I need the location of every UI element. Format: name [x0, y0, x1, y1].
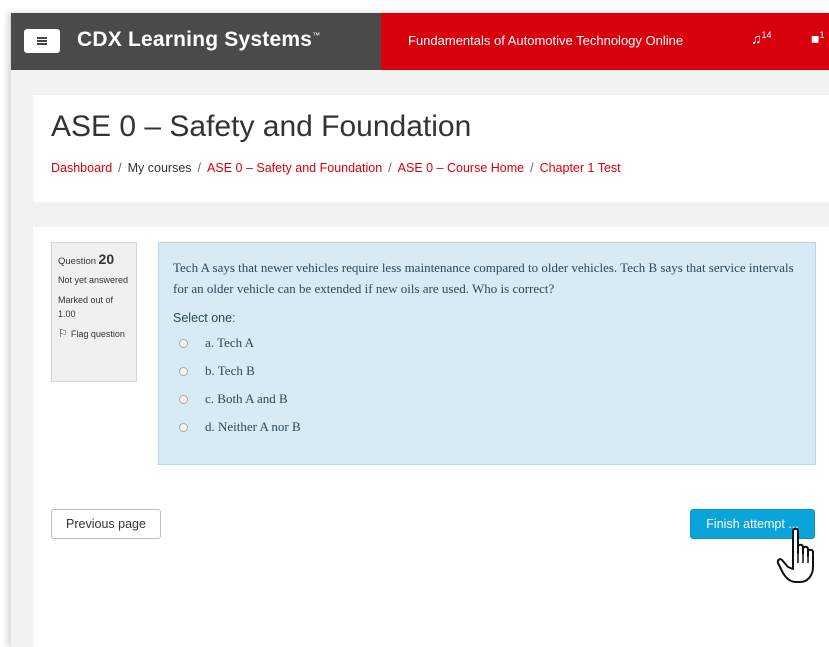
brand-name: CDX Learning Systems	[77, 28, 313, 51]
answer-label: c. Both A and B	[205, 391, 288, 406]
breadcrumb-course-home[interactable]: ASE 0 – Course Home	[398, 161, 524, 175]
course-title-link[interactable]: Fundamentals of Automotive Technology On…	[408, 33, 683, 48]
answer-option-d[interactable]: d. Neither A nor B	[173, 413, 801, 441]
answer-label: d. Neither A nor B	[205, 419, 301, 434]
radio-button[interactable]	[179, 422, 188, 432]
answer-options: a. Tech A b. Tech B c. Both A and B d. N…	[173, 329, 801, 441]
previous-page-button[interactable]: Previous page	[51, 509, 161, 539]
trademark-mark: ™	[312, 31, 321, 40]
navbar-brand-area: CDX Learning Systems™	[11, 13, 381, 70]
messages-button[interactable]: ■1	[811, 30, 824, 47]
browser-window: CDX Learning Systems™ Fundamentals of Au…	[11, 13, 829, 647]
answer-option-a[interactable]: a. Tech A	[173, 329, 801, 357]
question-label: Question	[58, 256, 97, 267]
notification-count: 14	[761, 30, 772, 40]
radio-button[interactable]	[179, 366, 188, 376]
quiz-content: Question 20 Not yet answered Marked out …	[33, 227, 829, 647]
flag-question-link[interactable]: ⚐ Flag question	[58, 327, 130, 341]
hamburger-icon	[37, 37, 47, 45]
page-title: ASE 0 – Safety and Foundation	[51, 110, 472, 143]
answer-label: b. Tech B	[205, 363, 255, 378]
question-grade: Marked out of 1.00	[58, 295, 114, 319]
flag-label: Flag question	[70, 329, 125, 339]
hand-pointer-icon	[776, 527, 814, 583]
site-logo[interactable]: CDX Learning Systems™	[77, 28, 320, 52]
breadcrumb-dashboard[interactable]: Dashboard	[51, 161, 112, 175]
notifications-button[interactable]: ♫14	[751, 30, 772, 47]
breadcrumb-separator: /	[197, 161, 202, 175]
bell-icon: ♫	[751, 30, 762, 47]
answer-option-b[interactable]: b. Tech B	[173, 357, 801, 385]
page-header: ASE 0 – Safety and Foundation Dashboard /…	[33, 95, 829, 202]
answer-label: a. Tech A	[205, 335, 255, 350]
message-count: 1	[819, 30, 825, 40]
hamburger-menu-button[interactable]	[24, 29, 60, 53]
breadcrumb-separator: /	[118, 161, 122, 175]
navbar: CDX Learning Systems™ Fundamentals of Au…	[11, 13, 829, 70]
radio-button[interactable]	[179, 394, 188, 404]
breadcrumb-course[interactable]: ASE 0 – Safety and Foundation	[207, 161, 382, 175]
question-box: Tech A says that newer vehicles require …	[158, 242, 816, 465]
question-number: 20	[98, 251, 115, 267]
answer-option-c[interactable]: c. Both A and B	[173, 385, 801, 413]
question-text: Tech A says that newer vehicles require …	[173, 260, 794, 296]
radio-button[interactable]	[179, 338, 188, 348]
question-info: Question 20 Not yet answered Marked out …	[51, 242, 137, 382]
flag-icon: ⚐	[58, 328, 68, 340]
answer-prompt: Select one:	[173, 311, 236, 325]
breadcrumb-separator: /	[388, 161, 392, 175]
navbar-course-area: Fundamentals of Automotive Technology On…	[381, 13, 829, 70]
question-state: Not yet answered	[58, 275, 129, 285]
breadcrumb-separator: /	[530, 161, 534, 175]
breadcrumb-my-courses: My courses	[127, 161, 192, 175]
breadcrumb-chapter-test[interactable]: Chapter 1 Test	[540, 161, 621, 175]
breadcrumb: Dashboard / My courses / ASE 0 – Safety and …	[51, 161, 621, 175]
